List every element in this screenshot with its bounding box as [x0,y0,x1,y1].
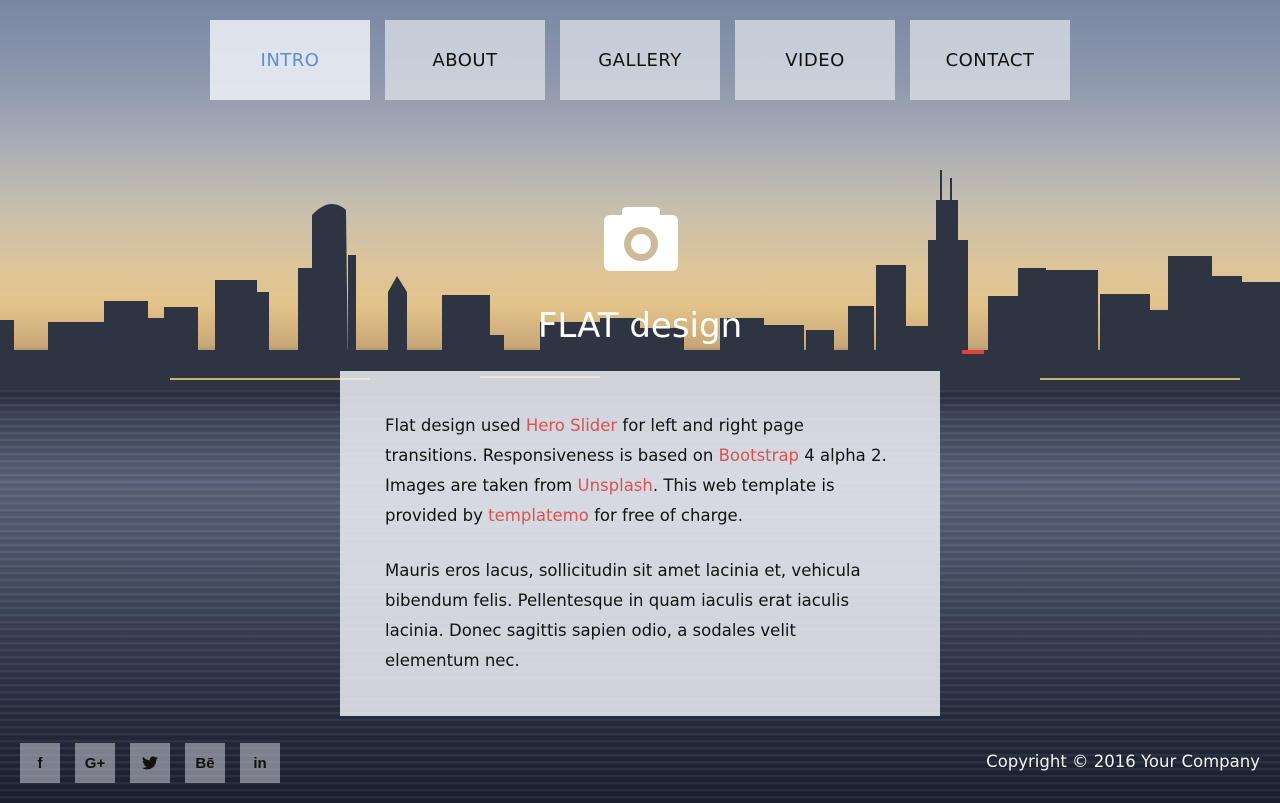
google-plus-icon[interactable]: G+ [75,743,115,783]
twitter-icon[interactable] [130,743,170,783]
bootstrap-link[interactable]: Bootstrap [719,446,799,465]
intro-paragraph-1: Flat design used Hero Slider for left an… [385,411,895,531]
linkedin-icon[interactable]: in [240,743,280,783]
hero-slider-link[interactable]: Hero Slider [526,416,617,435]
nav-gallery[interactable]: GALLERY [560,20,720,100]
behance-icon[interactable]: Bē [185,743,225,783]
camera-icon [604,207,678,271]
paragraph-text: for free of charge. [588,506,743,525]
templatemo-link[interactable]: templatemo [488,506,589,525]
paragraph-text: Flat design used [385,416,526,435]
nav-video[interactable]: VIDEO [735,20,895,100]
twitter-bird-icon [142,756,158,770]
nav-contact[interactable]: CONTACT [910,20,1070,100]
social-links: f G+ Bē in [20,743,280,783]
hero-title: FLAT design [537,306,743,346]
page-background: INTRO ABOUT GALLERY VIDEO CONTACT FLAT d… [0,0,1280,803]
facebook-icon[interactable]: f [20,743,60,783]
main-nav: INTRO ABOUT GALLERY VIDEO CONTACT [210,20,1070,100]
copyright-text: Copyright © 2016 Your Company [986,752,1260,771]
unsplash-link[interactable]: Unsplash [578,476,653,495]
nav-about[interactable]: ABOUT [385,20,545,100]
intro-paragraph-2: Mauris eros lacus, sollicitudin sit amet… [385,561,861,670]
nav-intro[interactable]: INTRO [210,20,370,100]
intro-content-box: Flat design used Hero Slider for left an… [340,371,940,716]
